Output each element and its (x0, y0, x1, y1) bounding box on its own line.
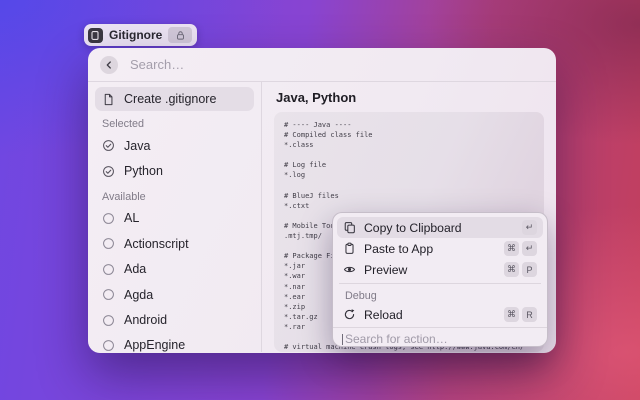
shortcut-keys: ⌘ ↵ (504, 241, 537, 256)
circle-icon (102, 237, 115, 250)
action-preview[interactable]: Preview ⌘ P (337, 259, 543, 280)
list-item-appengine[interactable]: AppEngine (95, 333, 254, 353)
keycap-cmd: ⌘ (504, 307, 519, 322)
gitignore-extension-icon (88, 28, 103, 43)
shortcut-keys: ↵ (522, 220, 537, 235)
search-bar: Search… (88, 48, 556, 82)
lock-icon (168, 27, 192, 43)
circle-icon (102, 339, 115, 352)
keycap-r: R (522, 307, 537, 322)
keycap-return: ↵ (522, 241, 537, 256)
action-copy-to-clipboard[interactable]: Copy to Clipboard ↵ (337, 217, 543, 238)
list-item-android[interactable]: Android (95, 307, 254, 332)
action-panel-divider (339, 283, 541, 284)
action-label: Paste to App (364, 242, 433, 256)
keycap-return: ↵ (522, 220, 537, 235)
shortcut-keys: ⌘ R (504, 307, 537, 322)
keycap-cmd: ⌘ (504, 241, 519, 256)
list-item-label: AppEngine (124, 338, 185, 352)
list-item-label: AL (124, 211, 139, 225)
search-input[interactable]: Search… (130, 57, 184, 72)
list-item-label: Ada (124, 262, 146, 276)
reload-icon (343, 308, 356, 321)
circle-icon (102, 212, 115, 225)
clipboard-copy-icon (343, 221, 356, 234)
keycap-p: P (522, 262, 537, 277)
action-paste-to-app[interactable]: Paste to App ⌘ ↵ (337, 238, 543, 259)
list-item-actionscript[interactable]: Actionscript (95, 231, 254, 256)
action-search-placeholder: Search for action… (345, 332, 448, 346)
list-item-label: Python (124, 164, 163, 178)
list-item-label: Agda (124, 288, 153, 302)
circle-icon (102, 288, 115, 301)
shortcut-keys: ⌘ P (504, 262, 537, 277)
list-item-agda[interactable]: Agda (95, 282, 254, 307)
keycap-cmd: ⌘ (504, 262, 519, 277)
action-label: Copy to Clipboard (364, 221, 462, 235)
list-item-java[interactable]: Java (95, 133, 254, 158)
circle-icon (102, 263, 115, 276)
extension-chip-label: Gitignore (109, 28, 162, 42)
list-item-label: Java (124, 139, 150, 153)
detail-title: Java, Python (276, 90, 544, 105)
section-header-selected: Selected (102, 118, 254, 130)
action-search-field[interactable]: Search for action… (333, 327, 547, 350)
section-header-debug: Debug (345, 290, 543, 302)
list-item-create-gitignore[interactable]: Create .gitignore (95, 87, 254, 111)
action-reload[interactable]: Reload ⌘ R (337, 304, 543, 325)
list-item-label: Actionscript (124, 237, 189, 251)
check-circle-icon (102, 139, 115, 152)
circle-icon (102, 314, 115, 327)
back-button[interactable] (100, 56, 118, 74)
section-header-available: Available (102, 191, 254, 203)
eye-icon (343, 263, 356, 276)
text-caret (342, 334, 343, 345)
list-item-ada[interactable]: Ada (95, 257, 254, 282)
action-panel: Copy to Clipboard ↵ Paste to App ⌘ ↵ Pre… (332, 212, 548, 347)
action-label: Preview (364, 263, 407, 277)
template-list: Create .gitignore Selected Java Python A… (88, 82, 262, 352)
action-label: Reload (364, 308, 403, 322)
list-item-label: Android (124, 313, 167, 327)
document-icon (102, 93, 115, 106)
list-item-python[interactable]: Python (95, 158, 254, 183)
paste-icon (343, 242, 356, 255)
list-item-al[interactable]: AL (95, 206, 254, 231)
list-item-label: Create .gitignore (124, 92, 216, 106)
check-circle-icon (102, 165, 115, 178)
extension-chip[interactable]: Gitignore (84, 24, 197, 46)
